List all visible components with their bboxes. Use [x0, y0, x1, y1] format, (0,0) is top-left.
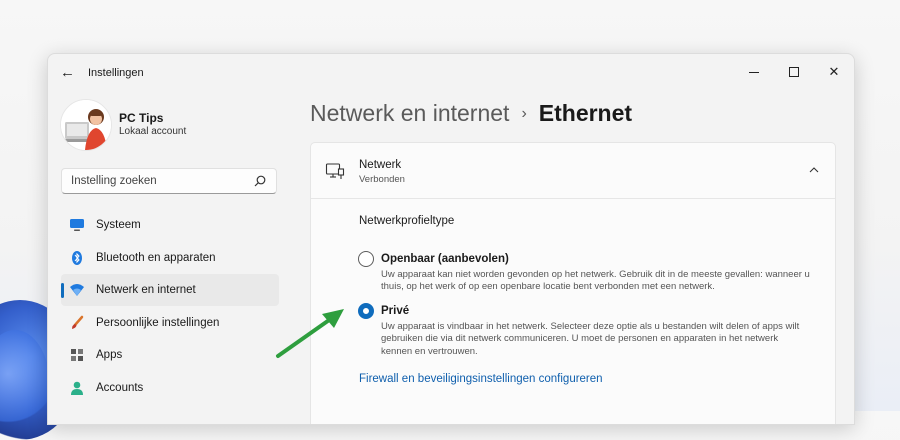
apps-icon	[71, 349, 83, 361]
profile-type-label: Netwerkprofieltype	[359, 215, 455, 227]
chevron-up-icon[interactable]	[807, 163, 821, 177]
sidebar-item-bluetooth[interactable]: Bluetooth en apparaten	[61, 242, 279, 274]
maximize-icon	[789, 67, 799, 77]
close-button[interactable]: ✕	[814, 58, 854, 86]
maximize-button[interactable]	[774, 58, 814, 86]
option-description-prive: Uw apparaat is vindbaar in het netwerk. …	[381, 321, 800, 357]
search-placeholder: Instelling zoeken	[71, 175, 157, 187]
network-card: Netwerk Verbonden Netwerkprofieltype Ope…	[310, 142, 836, 424]
option-title-prive[interactable]: Privé	[381, 305, 409, 317]
sidebar-nav: Systeem Bluetooth en apparaten Netwerk e…	[61, 209, 279, 404]
network-title: Netwerk	[359, 159, 402, 171]
app-title: Instellingen	[88, 67, 144, 79]
sidebar-item-netwerk[interactable]: Netwerk en internet	[61, 274, 279, 306]
breadcrumb: Netwerk en internet › Ethernet	[310, 100, 632, 127]
option-title-openbaar[interactable]: Openbaar (aanbevolen)	[381, 253, 509, 265]
breadcrumb-parent[interactable]: Netwerk en internet	[310, 100, 509, 126]
back-arrow-icon[interactable]: ←	[60, 65, 76, 81]
page-title: Ethernet	[538, 100, 633, 126]
brush-icon	[72, 315, 84, 329]
user-name: PC Tips	[119, 111, 164, 125]
avatar[interactable]	[60, 99, 112, 151]
ethernet-monitor-icon	[325, 163, 345, 179]
sidebar-item-systeem[interactable]: Systeem	[61, 209, 279, 241]
sidebar-item-label: Apps	[96, 349, 123, 361]
sidebar-item-persoonlijke-instellingen[interactable]: Persoonlijke instellingen	[61, 307, 279, 339]
bluetooth-icon	[72, 250, 82, 265]
avatar-illustration-icon	[61, 100, 111, 150]
account-type: Lokaal account	[119, 126, 187, 137]
breadcrumb-separator-icon: ›	[521, 105, 527, 122]
search-icon[interactable]	[253, 174, 267, 188]
monitor-icon	[70, 219, 84, 231]
sidebar-item-label: Systeem	[96, 219, 141, 231]
close-icon: ✕	[828, 64, 840, 79]
option-description-openbaar: Uw apparaat kan niet worden gevonden op …	[381, 269, 810, 293]
annotation-arrow-icon	[276, 309, 344, 358]
sidebar-item-apps[interactable]: Apps	[61, 339, 279, 371]
sidebar-item-label: Accounts	[96, 381, 144, 394]
minimize-icon	[749, 71, 759, 73]
settings-window: ← Instellingen ✕ PC Tips Lokaal account …	[47, 53, 855, 425]
network-card-header[interactable]: Netwerk Verbonden	[311, 143, 835, 199]
radio-prive[interactable]	[358, 303, 374, 319]
search-input[interactable]: Instelling zoeken	[61, 168, 277, 194]
radio-openbaar[interactable]	[358, 251, 374, 267]
sidebar-item-accounts[interactable]: Accounts	[61, 372, 279, 404]
network-status: Verbonden	[359, 174, 405, 185]
minimize-button[interactable]	[734, 58, 774, 86]
wifi-icon	[70, 284, 84, 296]
sidebar-item-label: Bluetooth en apparaten	[96, 251, 216, 264]
sidebar-item-label: Netwerk en internet	[96, 284, 196, 296]
firewall-settings-link[interactable]: Firewall en beveiligingsinstellingen con…	[359, 373, 603, 385]
person-icon	[71, 381, 83, 395]
sidebar-item-label: Persoonlijke instellingen	[96, 316, 220, 329]
title-bar: ← Instellingen ✕	[48, 54, 854, 92]
